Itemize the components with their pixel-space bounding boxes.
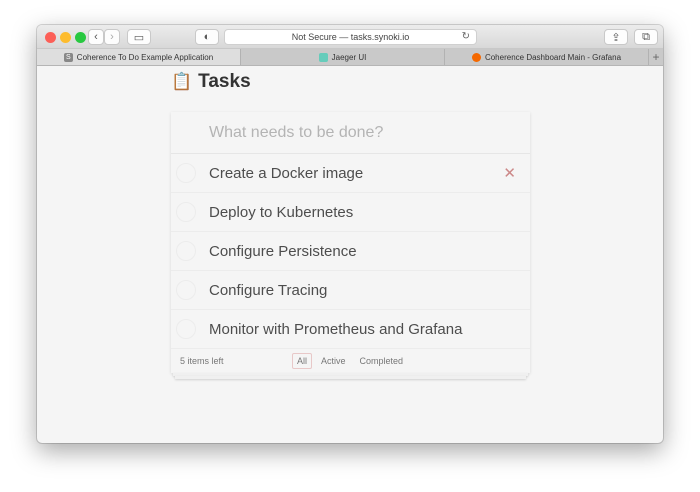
items-left-count: 5 items left [180,356,224,366]
url-text: Not Secure — tasks.synoki.io [291,32,410,42]
todo-label: Monitor with Prometheus and Grafana [209,320,463,338]
toggle-checkbox[interactable] [176,163,196,183]
toggle-checkbox[interactable] [176,202,196,222]
tab-label: Jaeger UI [331,52,367,62]
privacy-shield-icon[interactable]: ◐ [195,29,219,45]
todo-label: Deploy to Kubernetes [209,203,354,221]
tab-label: Coherence Dashboard Main - Grafana [484,52,622,62]
filter-all[interactable]: All [292,353,313,369]
titlebar: ‹ › ▭ ◐ Not Secure — tasks.synoki.io ↻ ⇪ … [37,25,663,49]
minimize-window-button[interactable] [60,32,71,43]
back-button[interactable]: ‹ [88,29,104,45]
new-todo-field [171,112,530,154]
toggle-checkbox[interactable] [176,319,196,339]
todo-item: Configure Persistence [171,232,530,271]
new-todo-input[interactable] [209,123,530,142]
s-favicon-icon: S [63,52,73,62]
delete-icon[interactable]: ✕ [503,164,516,182]
tabs-overview-button[interactable]: ⧉ [634,29,658,45]
reload-icon[interactable]: ↻ [462,31,470,42]
share-button[interactable]: ⇪ [604,29,628,45]
jaeger-favicon-icon [318,52,328,62]
filter-active[interactable]: Active [316,353,351,369]
todo-footer: 5 items left All Active Completed [171,349,530,373]
tab-bar: S Coherence To Do Example Application Jae… [37,49,663,66]
close-window-button[interactable] [45,32,56,43]
toggle-checkbox[interactable] [176,280,196,300]
header: 📋 Tasks [171,67,530,97]
toggle-checkbox[interactable] [176,241,196,261]
forward-button[interactable]: › [104,29,120,45]
todo-item: Monitor with Prometheus and Grafana [171,310,530,349]
tab-grafana[interactable]: Coherence Dashboard Main - Grafana [445,49,649,65]
todo-item: Create a Docker image ✕ [171,154,530,193]
todo-item: Deploy to Kubernetes [171,193,530,232]
filters: All Active Completed [292,353,408,369]
tab-todo-app[interactable]: S Coherence To Do Example Application [37,49,241,65]
sidebar-toggle-button[interactable]: ▭ [127,29,151,45]
filter-completed[interactable]: Completed [355,353,409,369]
todo-app: 📋 Tasks Create a Docker image ✕ Deploy to… [171,67,530,379]
todo-list: Create a Docker image ✕ Deploy to Kuberne… [171,112,530,373]
todo-label: Create a Docker image [209,164,364,182]
page-title: Tasks [198,71,251,92]
address-bar[interactable]: Not Secure — tasks.synoki.io ↻ [224,29,477,45]
tab-label: Coherence To Do Example Application [76,52,214,62]
clipboard-icon: 📋 [171,72,193,91]
grafana-favicon-icon [471,52,481,62]
todo-label: Configure Tracing [209,281,328,299]
zoom-window-button[interactable] [75,32,86,43]
browser-window: ‹ › ▭ ◐ Not Secure — tasks.synoki.io ↻ ⇪ … [37,25,663,443]
todo-label: Configure Persistence [209,242,357,260]
stack-decoration [175,376,526,379]
todo-item: Configure Tracing [171,271,530,310]
tab-jaeger[interactable]: Jaeger UI [241,49,445,65]
new-tab-button[interactable]: + [649,49,663,65]
